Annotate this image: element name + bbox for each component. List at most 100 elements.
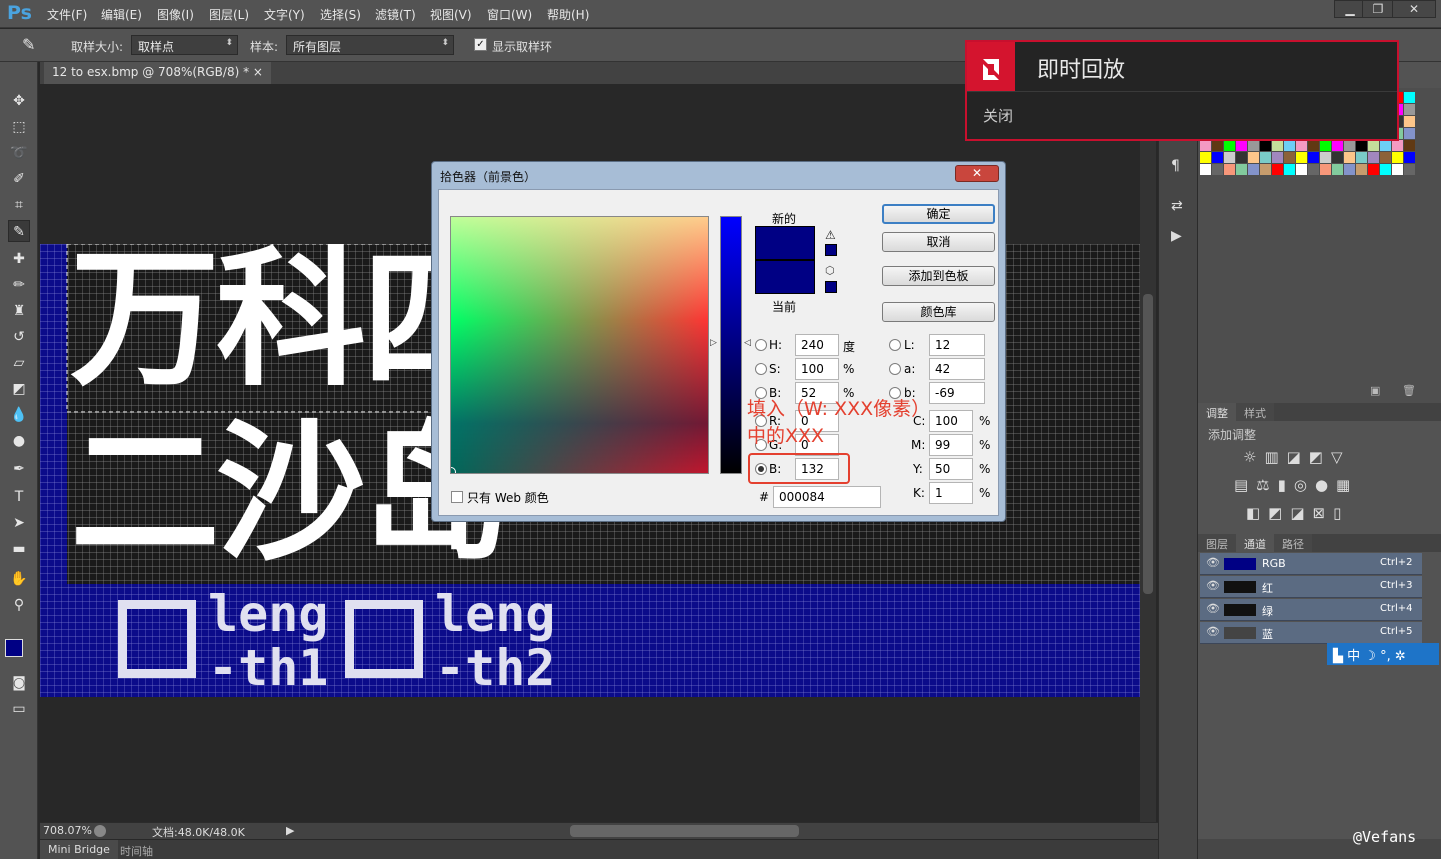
mini-bridge-tab[interactable]: Mini Bridge <box>40 840 118 859</box>
crop-tool-icon[interactable]: ⌗ <box>8 194 30 216</box>
tab-layers[interactable]: 图层 <box>1198 534 1236 552</box>
adjustment-icons-row3[interactable]: ◧◩◪⊠▯ <box>1246 504 1349 522</box>
play-icon[interactable]: ▶ <box>1171 228 1182 244</box>
tab-channels[interactable]: 通道 <box>1236 534 1274 552</box>
tab-adjustments[interactable]: 调整 <box>1198 403 1236 421</box>
new-swatch-icon[interactable]: ▣ <box>1370 384 1380 397</box>
ime-punct-icon[interactable]: °, <box>1380 649 1391 664</box>
menu-edit[interactable]: 编辑(E) <box>101 6 142 23</box>
menu-filter[interactable]: 滤镜(T) <box>375 6 416 23</box>
l-radio[interactable] <box>889 339 901 351</box>
status-menu-arrow-icon[interactable]: ▶ <box>286 824 294 837</box>
tab-close-icon[interactable]: × <box>253 65 263 79</box>
menu-help[interactable]: 帮助(H) <box>547 6 589 23</box>
channel-row-green[interactable]: 👁 绿 Ctrl+4 <box>1200 599 1422 621</box>
hex-input[interactable]: 000084 <box>773 486 881 508</box>
current-color-swatch[interactable] <box>755 260 815 294</box>
lab-b-input[interactable]: -69 <box>929 382 985 404</box>
paragraph-icon[interactable]: ¶ <box>1171 158 1180 174</box>
eye-icon[interactable]: 👁 <box>1206 556 1220 569</box>
tab-styles[interactable]: 样式 <box>1236 403 1274 421</box>
ime-moon-icon[interactable]: ☽ <box>1364 649 1376 664</box>
dodge-tool-icon[interactable]: ● <box>8 430 30 452</box>
show-ring-checkbox[interactable]: ✓ <box>474 38 487 51</box>
vertical-scroll-thumb[interactable] <box>1143 294 1153 594</box>
status-info-icon[interactable] <box>94 825 106 837</box>
menu-type[interactable]: 文字(Y) <box>264 6 305 23</box>
vertical-scrollbar[interactable] <box>1140 84 1156 824</box>
sample-select[interactable]: 所有图层 ⬍ <box>286 35 454 55</box>
add-to-swatches-button[interactable]: 添加到色板 <box>882 266 995 286</box>
healing-brush-tool-icon[interactable]: ✚ <box>8 248 30 270</box>
zoom-level[interactable]: 708.07% <box>43 824 92 837</box>
eraser-tool-icon[interactable]: ▱ <box>8 352 30 374</box>
brush-tool-icon[interactable]: ✏ <box>8 274 30 296</box>
popup-close-link[interactable]: 关闭 <box>983 105 1013 126</box>
eye-icon[interactable]: 👁 <box>1206 602 1220 615</box>
web-only-checkbox[interactable] <box>451 491 463 503</box>
gamut-warning-icon[interactable]: ⚠ <box>825 228 836 242</box>
slider-left-arrow-icon[interactable]: ▷ <box>710 338 717 348</box>
dialog-close-button[interactable]: ✕ <box>955 165 999 182</box>
brightness-slider[interactable] <box>720 216 742 474</box>
channel-row-red[interactable]: 👁 红 Ctrl+3 <box>1200 576 1422 598</box>
lasso-tool-icon[interactable]: ➰ <box>8 142 30 164</box>
l-input[interactable]: 12 <box>929 334 985 356</box>
color-libraries-button[interactable]: 颜色库 <box>882 302 995 322</box>
s-radio[interactable] <box>755 363 767 375</box>
c-input[interactable]: 100 <box>929 410 973 432</box>
color-field[interactable] <box>450 216 709 474</box>
paint-bucket-tool-icon[interactable]: ◩ <box>8 378 30 400</box>
web-cube-icon[interactable]: ⬡ <box>825 264 835 277</box>
history-brush-tool-icon[interactable]: ↺ <box>8 326 30 348</box>
type-tool-icon[interactable]: T <box>8 486 30 508</box>
foreground-color-swatch[interactable] <box>5 639 23 657</box>
m-input[interactable]: 99 <box>929 434 973 456</box>
menu-layer[interactable]: 图层(L) <box>209 6 249 23</box>
channel-row-blue[interactable]: 👁 蓝 Ctrl+5 <box>1200 622 1422 644</box>
menu-view[interactable]: 视图(V) <box>430 6 472 23</box>
tab-paths[interactable]: 路径 <box>1274 534 1312 552</box>
marquee-tool-icon[interactable]: ⬚ <box>8 116 30 138</box>
menu-window[interactable]: 窗口(W) <box>487 6 532 23</box>
k-input[interactable]: 1 <box>929 482 973 504</box>
slider-right-arrow-icon[interactable]: ◁ <box>744 338 751 348</box>
h-radio[interactable] <box>755 339 767 351</box>
ime-settings-icon[interactable]: ✲ <box>1395 649 1406 664</box>
gamut-swatch[interactable] <box>825 244 837 256</box>
ime-language[interactable]: 中 <box>1347 649 1360 664</box>
screen-mode-icon[interactable]: ▭ <box>8 698 30 720</box>
eyedropper-icon[interactable]: ✎ <box>22 35 35 54</box>
hand-tool-icon[interactable]: ✋ <box>8 568 30 590</box>
menu-file[interactable]: 文件(F) <box>47 6 87 23</box>
y-input[interactable]: 50 <box>929 458 973 480</box>
path-select-tool-icon[interactable]: ➤ <box>8 512 30 534</box>
web-swatch[interactable] <box>825 281 837 293</box>
pen-tool-icon[interactable]: ✒ <box>8 458 30 480</box>
menu-select[interactable]: 选择(S) <box>320 6 361 23</box>
eye-icon[interactable]: 👁 <box>1206 625 1220 638</box>
restore-button[interactable]: ❐ <box>1362 0 1394 18</box>
history-icon[interactable]: ⇄ <box>1171 198 1183 214</box>
a-input[interactable]: 42 <box>929 358 985 380</box>
menu-image[interactable]: 图像(I) <box>157 6 194 23</box>
move-tool-icon[interactable]: ✥ <box>8 90 30 112</box>
sample-size-select[interactable]: 取样点 ⬍ <box>131 35 238 55</box>
clone-stamp-tool-icon[interactable]: ♜ <box>8 300 30 322</box>
horizontal-scroll-thumb[interactable] <box>570 825 799 837</box>
ime-toolbar[interactable]: ▙ 中 ☽ °, ✲ <box>1327 643 1439 665</box>
close-window-button[interactable]: ✕ <box>1392 0 1436 18</box>
timeline-tab[interactable]: 时间轴 <box>120 843 153 859</box>
s-input[interactable]: 100 <box>795 358 839 380</box>
adjustment-icons-row1[interactable]: ☼▥◪◩▽ <box>1243 448 1351 466</box>
cancel-button[interactable]: 取消 <box>882 232 995 252</box>
rectangle-tool-icon[interactable]: ▬ <box>8 538 30 560</box>
quick-select-tool-icon[interactable]: ✐ <box>8 168 30 190</box>
ok-button[interactable]: 确定 <box>882 204 995 224</box>
h-input[interactable]: 240 <box>795 334 839 356</box>
quick-mask-icon[interactable]: ◙ <box>8 672 30 694</box>
trash-icon[interactable]: 🗑 <box>1402 384 1416 397</box>
eyedropper-tool-icon[interactable]: ✎ <box>8 220 30 242</box>
blur-tool-icon[interactable]: 💧 <box>8 404 30 426</box>
adjustment-icons-row2[interactable]: ▤⚖▮◎●▦ <box>1234 476 1358 494</box>
